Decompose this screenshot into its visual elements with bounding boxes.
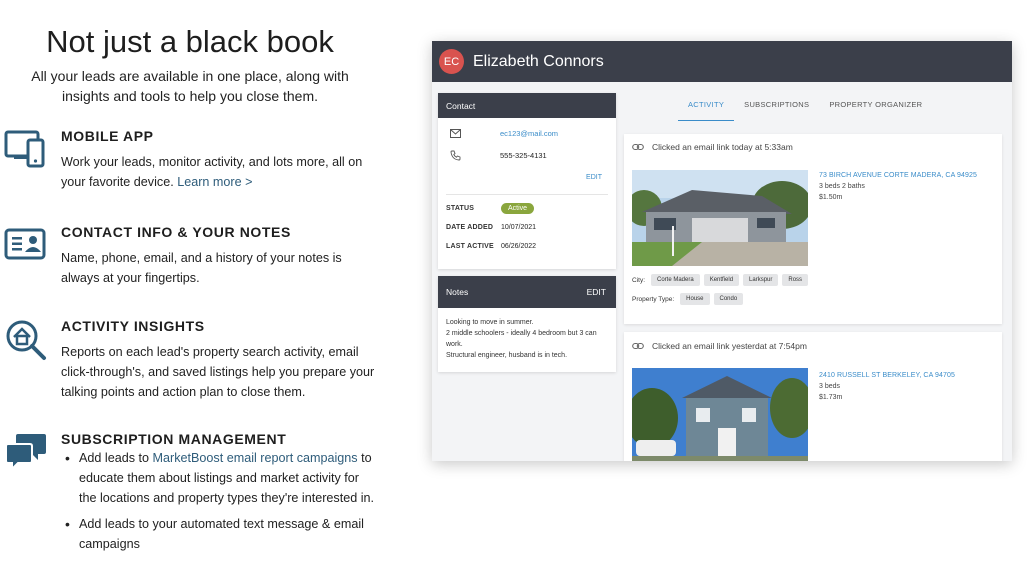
listing-address-link[interactable]: 2410 RUSSELL ST BERKELEY, CA 94705 <box>819 372 955 379</box>
notes-edit-button[interactable]: EDIT <box>587 287 606 297</box>
listing-photo[interactable] <box>632 170 808 266</box>
tab-activity[interactable]: ACTIVITY <box>678 93 735 121</box>
property-type-tags: Property Type: House Condo <box>632 293 747 305</box>
notes-panel-header: Notes EDIT <box>438 276 616 308</box>
property-type-tag: House <box>680 293 710 305</box>
notes-panel-title: Notes <box>446 287 469 297</box>
lead-detail-window: EC Elizabeth Connors Contact ec123@mail.… <box>432 41 1012 461</box>
feature-body: Add leads to MarketBoost email report ca… <box>61 448 379 560</box>
marketboost-link[interactable]: MarketBoost email report campaigns <box>153 451 358 465</box>
property-type-tag: Condo <box>713 293 744 305</box>
city-tag: Larkspur <box>743 274 779 286</box>
property-type-label: Property Type: <box>632 295 675 303</box>
listing-info: 73 BIRCH AVENUE CORTE MADERA, CA 94925 3… <box>819 170 977 203</box>
contact-panel: Contact ec123@mail.com 555-325-4131 EDIT… <box>438 93 616 269</box>
city-tag: Corte Madera <box>651 274 700 286</box>
date-added-label: DATE ADDED <box>446 224 494 231</box>
feature-body: Name, phone, email, and a history of you… <box>61 251 342 285</box>
status-badge: Active <box>501 203 535 214</box>
feature-title: ACTIVITY INSIGHTS <box>61 318 205 334</box>
phone-row: 555-325-4131 <box>438 144 616 166</box>
date-added-row: DATE ADDED 10/07/2021 <box>438 218 616 237</box>
lead-header: EC Elizabeth Connors <box>432 41 1012 82</box>
notes-text: Looking to move in summer. 2 middle scho… <box>446 319 597 359</box>
listing-details: 3 beds 2 baths <box>819 183 865 190</box>
listing-details: 3 beds <box>819 383 841 390</box>
subscription-bullets: Add leads to MarketBoost email report ca… <box>61 448 379 554</box>
divider <box>446 194 608 195</box>
contact-panel-header: Contact <box>438 93 616 118</box>
last-active-value: 06/26/2022 <box>501 243 537 250</box>
activity-event-text: Clicked an email link yesterdat at 7:54p… <box>652 341 807 351</box>
feature-mobile-app: MOBILE APP Work your leads, monitor acti… <box>4 128 384 198</box>
contact-edit-link[interactable]: EDIT <box>438 174 616 190</box>
contact-panel-title: Contact <box>446 100 476 111</box>
status-label: STATUS <box>446 205 475 212</box>
city-tag: Ross <box>782 274 809 286</box>
lead-name: Elizabeth Connors <box>473 52 604 70</box>
learn-more-link[interactable]: Learn more > <box>177 175 252 189</box>
city-tag: Kentfield <box>703 274 740 286</box>
activity-card: Clicked an email link yesterdat at 7:54p… <box>624 332 1002 461</box>
list-item: Add leads to MarketBoost email report ca… <box>61 448 379 508</box>
home-search-icon <box>6 320 46 360</box>
lead-tabs: ACTIVITY SUBSCRIPTIONS PROPERTY ORGANIZE… <box>678 93 948 121</box>
feature-title: MOBILE APP <box>61 128 154 144</box>
activity-event: Clicked an email link yesterdat at 7:54p… <box>624 332 1002 360</box>
feature-title: SUBSCRIPTION MANAGEMENT <box>61 431 287 447</box>
date-added-value: 10/07/2021 <box>501 224 537 231</box>
email-row: ec123@mail.com <box>438 122 616 144</box>
activity-card: Clicked an email link today at 5:33am 73… <box>624 134 1002 324</box>
notes-panel: Notes EDIT Looking to move in summer. 2 … <box>438 276 616 372</box>
tab-property-organizer[interactable]: PROPERTY ORGANIZER <box>819 93 932 121</box>
listing-address-link[interactable]: 73 BIRCH AVENUE CORTE MADERA, CA 94925 <box>819 172 977 179</box>
listing-photo[interactable] <box>632 368 808 461</box>
link-icon <box>632 342 644 350</box>
phone-number: 555-325-4131 <box>500 150 547 160</box>
phone-icon <box>448 148 462 162</box>
feature-activity-insights: ACTIVITY INSIGHTS Reports on each lead's… <box>4 318 384 399</box>
last-active-row: LAST ACTIVE 06/26/2022 <box>438 237 616 256</box>
city-label: City: <box>632 276 645 284</box>
listing-price: $1.50m <box>819 194 843 201</box>
list-item: Add leads to your automated text message… <box>61 514 379 554</box>
tab-subscriptions[interactable]: SUBSCRIPTIONS <box>734 93 819 121</box>
mobile-devices-icon <box>4 130 45 168</box>
contact-card-icon <box>4 228 46 260</box>
last-active-label: LAST ACTIVE <box>446 243 494 250</box>
feature-body: Work your leads, monitor activity, and l… <box>61 155 363 189</box>
feature-body: Reports on each lead's property search a… <box>61 345 375 399</box>
headline: Not just a black book <box>46 24 334 59</box>
chat-bubbles-icon <box>5 434 46 472</box>
status-row: STATUS Active <box>438 199 616 218</box>
avatar[interactable]: EC <box>439 49 464 74</box>
activity-event: Clicked an email link today at 5:33am <box>624 134 1002 160</box>
feature-subscription-management: SUBSCRIPTION MANAGEMENT Add leads to Mar… <box>4 431 384 551</box>
city-tags: City: Corte Madera Kentfield Larkspur Ro… <box>632 274 812 286</box>
subheadline: All your leads are available in one plac… <box>31 68 349 104</box>
feature-title: CONTACT INFO & YOUR NOTES <box>61 224 291 240</box>
link-icon <box>632 143 644 151</box>
email-link[interactable]: ec123@mail.com <box>500 129 558 138</box>
envelope-icon <box>448 126 462 140</box>
listing-price: $1.73m <box>819 394 843 401</box>
feature-contact-info: CONTACT INFO & YOUR NOTES Name, phone, e… <box>4 224 384 294</box>
activity-event-text: Clicked an email link today at 5:33am <box>652 142 793 152</box>
listing-info: 2410 RUSSELL ST BERKELEY, CA 94705 3 bed… <box>819 370 955 403</box>
